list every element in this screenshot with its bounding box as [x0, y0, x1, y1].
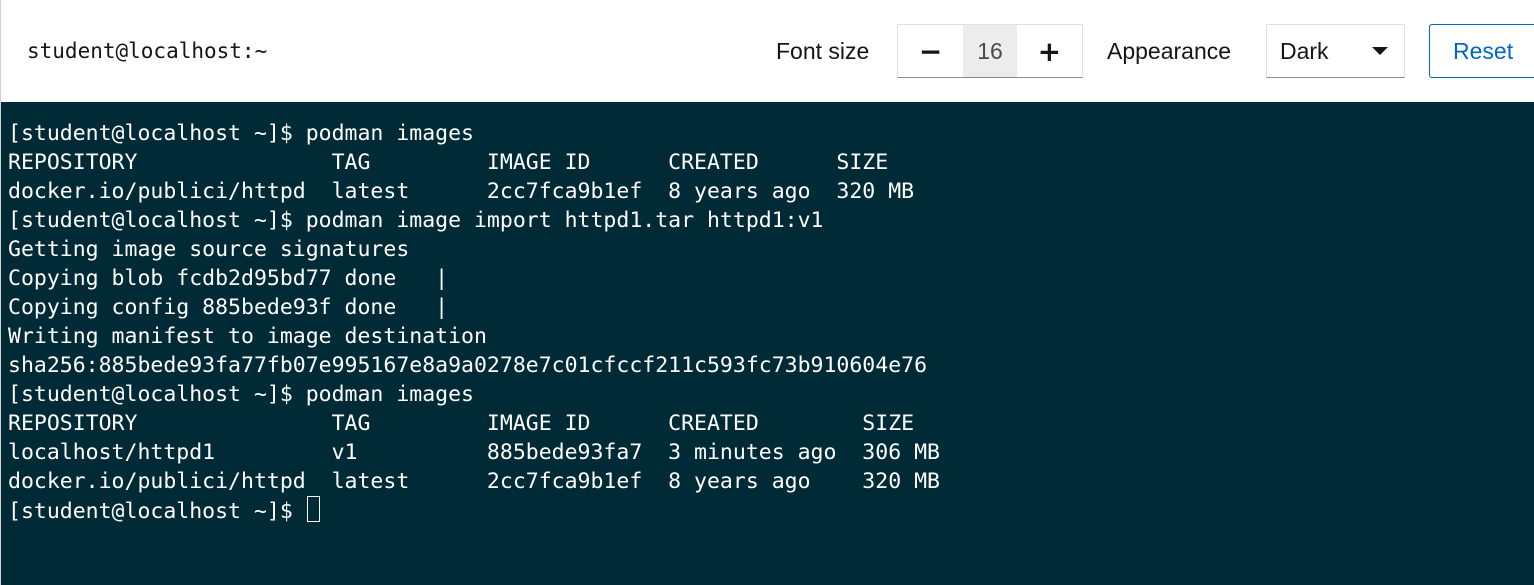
appearance-select[interactable]: Dark: [1266, 24, 1405, 78]
terminal-line: [student@localhost ~]$ podman images: [8, 121, 474, 146]
reset-button[interactable]: Reset: [1429, 24, 1534, 78]
terminal-line: docker.io/publici/httpd latest 2cc7fca9b…: [8, 179, 915, 204]
terminal-line: Getting image source signatures: [8, 237, 410, 262]
reset-button-label: Reset: [1453, 38, 1514, 64]
appearance-label: Appearance: [1107, 38, 1232, 64]
terminal-line: [student@localhost ~]$ podman image impo…: [8, 208, 824, 233]
terminal-line: [student@localhost ~]$ podman images: [8, 382, 474, 407]
font-size-stepper: − 16 +: [897, 24, 1083, 78]
terminal-prompt-line: [student@localhost ~]$: [8, 496, 940, 525]
terminal-line: localhost/httpd1 v1 885bede93fa7 3 minut…: [8, 440, 940, 465]
caret-down-icon: [1372, 47, 1388, 55]
terminal-output: [student@localhost ~]$ podman images REP…: [8, 119, 940, 525]
terminal-screen[interactable]: [student@localhost ~]$ podman images REP…: [0, 102, 1534, 585]
terminal-line: REPOSITORY TAG IMAGE ID CREATED SIZE: [8, 411, 915, 436]
window-title: student@localhost:~: [27, 39, 268, 63]
terminal-line: Copying blob fcdb2d95bd77 done |: [8, 266, 449, 291]
terminal-line: sha256:885bede93fa77fb07e995167e8a9a0278…: [8, 353, 928, 378]
font-size-label: Font size: [776, 38, 870, 64]
terminal-line: Copying config 885bede93f done |: [8, 295, 449, 320]
terminal-prompt: [student@localhost ~]$: [8, 499, 306, 524]
terminal-line: Writing manifest to image destination: [8, 324, 487, 349]
increase-font-size-button[interactable]: +: [1017, 25, 1082, 77]
terminal-toolbar: student@localhost:~ Font size − 16 + App…: [0, 0, 1534, 102]
font-size-value[interactable]: 16: [963, 25, 1017, 77]
terminal-line: REPOSITORY TAG IMAGE ID CREATED SIZE: [8, 150, 889, 175]
appearance-select-value: Dark: [1280, 38, 1329, 64]
decrease-font-size-button[interactable]: −: [898, 25, 963, 77]
terminal-line: docker.io/publici/httpd latest 2cc7fca9b…: [8, 469, 940, 494]
text-cursor: [306, 496, 320, 522]
